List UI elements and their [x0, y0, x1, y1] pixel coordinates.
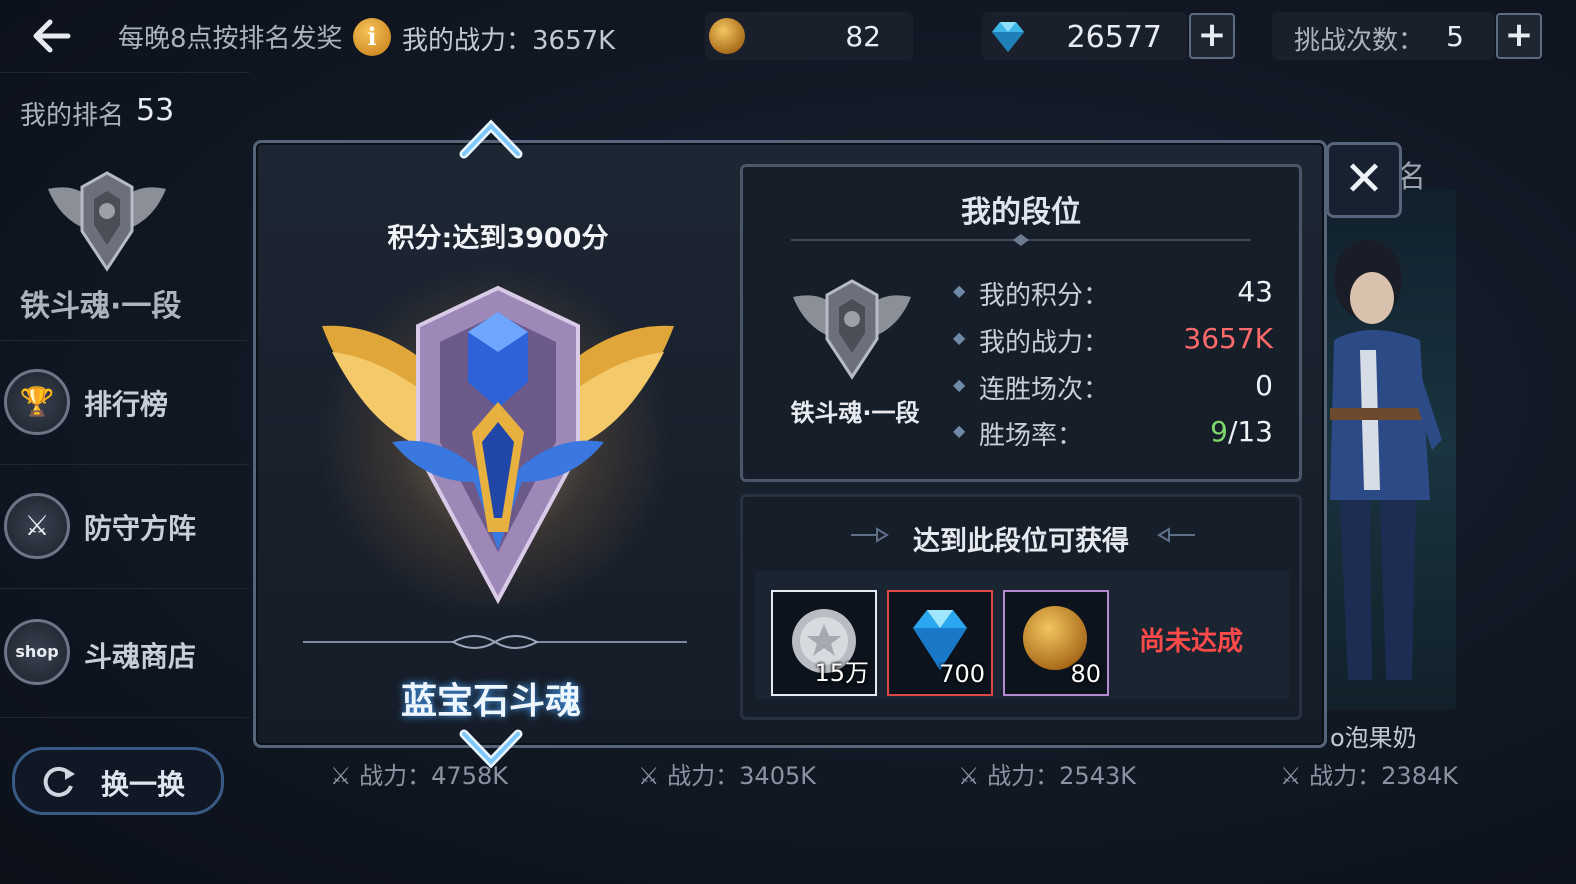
sapphire-rank-badge-icon [322, 285, 674, 604]
shop-icon: shop [4, 619, 70, 685]
sidebar-item-defense[interactable]: ⚔ 防守方阵 [0, 464, 250, 589]
challenge-counter: 挑战次数： 5 [1272, 12, 1494, 60]
reward-status: 尚未达成 [1139, 627, 1244, 657]
swap-button-label: 换一换 [101, 768, 186, 801]
opponent-power-3: ⚔ 战力：2543K [958, 762, 1136, 790]
requirement-text: 积分:达到3900分 [387, 223, 609, 254]
challenge-label: 挑战次数： [1294, 26, 1425, 56]
diamond-bullet-icon: ◆ [953, 328, 966, 347]
my-rank-panel: 我的排名 53 铁斗魂·一段 [0, 72, 250, 341]
diamond-bullet-icon: ◆ [953, 281, 966, 300]
crossed-swords-icon: ⚔ [330, 762, 352, 790]
reward-gold[interactable]: 80 [1003, 590, 1109, 696]
challenge-count: 5 [1446, 20, 1464, 53]
my-rank-value: 53 [136, 93, 175, 128]
add-gem-button[interactable]: + [1189, 13, 1235, 59]
my-tier-panel: 我的段位 铁斗魂·一段 ◆ 我的积分： 43 ◆ 我的战力： 3657K ◆ 连… [740, 164, 1302, 482]
opponent-power-4: ⚔ 战力：2384K [1280, 762, 1458, 790]
swap-button[interactable]: 换一换 [12, 747, 224, 815]
gem-amount: 26577 [1066, 20, 1162, 55]
rewards-panel: 达到此段位可获得 15万 700 80 尚未达成 [740, 494, 1302, 720]
reward-amount: 80 [1070, 660, 1101, 688]
chevron-down-icon[interactable] [458, 726, 524, 770]
add-challenge-button[interactable]: + [1496, 13, 1542, 59]
sidebar-item-label: 排行榜 [84, 388, 169, 421]
reward-amount: 15万 [814, 659, 869, 687]
crossed-swords-icon: ⚔ [1280, 762, 1302, 790]
gold-coin-icon [709, 18, 745, 54]
opponent-power-2: ⚔ 战力：3405K [638, 762, 816, 790]
tier-name: 蓝宝石斗魂 [400, 681, 581, 722]
reward-note: 每晚8点按排名发奖 [118, 24, 343, 54]
back-arrow-icon[interactable] [28, 14, 78, 58]
sidebar-item-label: 斗魂商店 [84, 640, 197, 673]
title-divider [791, 234, 1251, 246]
diamond-bullet-icon: ◆ [953, 421, 966, 440]
refresh-icon [43, 766, 75, 797]
diamond-bullet-icon: ◆ [953, 375, 966, 394]
sidebar-item-leaderboard[interactable]: 🏆 排行榜 [0, 340, 250, 465]
gold-amount: 82 [845, 20, 881, 53]
character-portrait [1330, 240, 1442, 680]
gem-icon [992, 22, 1024, 52]
rank-name: 铁斗魂·一段 [20, 289, 182, 324]
chevron-up-icon[interactable] [458, 118, 524, 162]
my-power-label: 我的战力：3657K [402, 26, 616, 56]
left-ornament-icon [851, 527, 889, 543]
trophy-icon: 🏆 [4, 369, 70, 435]
total-value: /13 [1227, 415, 1273, 448]
top-bar: 每晚8点按排名发奖 i 我的战力：3657K 82 26577 + 挑战次数： … [0, 0, 1576, 72]
crossed-swords-icon: ⚔ [638, 762, 660, 790]
right-ornament-icon [1157, 527, 1195, 543]
wins-value: 9 [1210, 415, 1228, 448]
rewards-title: 达到此段位可获得 [913, 526, 1129, 557]
my-tier-title: 我的段位 [961, 195, 1081, 230]
reward-amount: 700 [939, 660, 985, 688]
iron-rank-badge-icon [48, 171, 166, 272]
iron-rank-badge-icon [793, 279, 911, 380]
info-icon[interactable]: i [353, 18, 391, 56]
reward-diamond[interactable]: 700 [887, 590, 993, 696]
ornament-divider [303, 635, 687, 649]
shield-sword-icon: ⚔ [4, 493, 70, 559]
sidebar-item-shop[interactable]: shop 斗魂商店 [0, 588, 250, 718]
opponent-name: o泡果奶 [1330, 724, 1417, 752]
gem-resource: 26577 [982, 12, 1187, 60]
close-button[interactable]: ✕ [1326, 142, 1402, 218]
my-rank-label: 我的排名 [20, 101, 125, 131]
sidebar-item-label: 防守方阵 [84, 512, 197, 545]
gold-resource: 82 [705, 12, 913, 60]
crossed-swords-icon: ⚔ [958, 762, 980, 790]
my-tier-badge-name: 铁斗魂·一段 [790, 399, 920, 427]
opponent-card[interactable] [1320, 190, 1456, 710]
reward-silver[interactable]: 15万 [771, 590, 877, 696]
